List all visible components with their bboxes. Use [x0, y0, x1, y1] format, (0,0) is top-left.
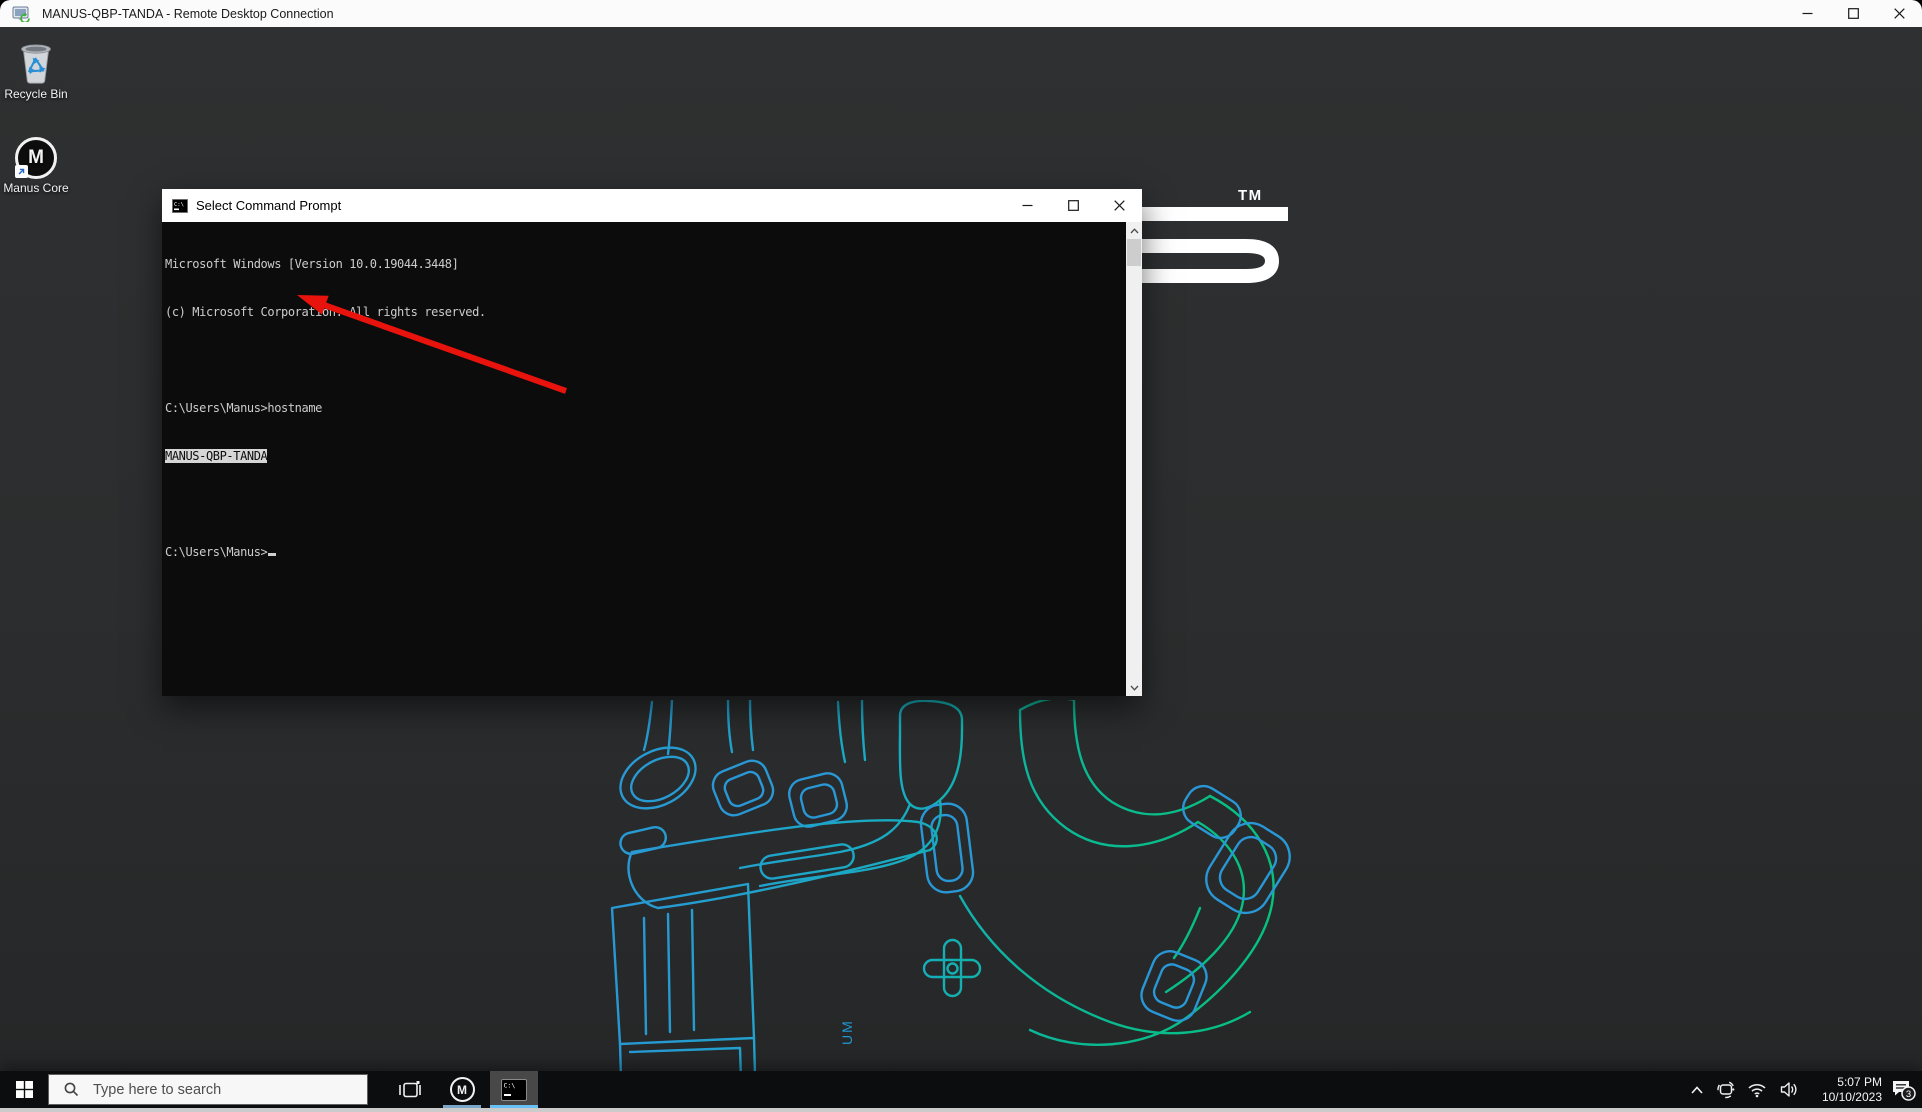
minimize-button[interactable] — [1784, 0, 1830, 27]
manus-taskbar-letter: M — [457, 1083, 467, 1097]
desktop-icon-label: Recycle Bin — [0, 87, 72, 101]
console-line-blank — [165, 352, 1126, 368]
rdp-session-window: MANUS-QBP-TANDA - Remote Desktop Connect… — [0, 0, 1922, 1112]
shortcut-arrow-icon — [15, 165, 28, 178]
clock-time: 5:07 PM — [1837, 1075, 1882, 1090]
remote-session-tray-icon[interactable] — [1712, 1071, 1740, 1108]
console-line-blank — [165, 496, 1126, 512]
close-button[interactable] — [1876, 0, 1922, 27]
start-button[interactable] — [0, 1071, 48, 1108]
volume-icon[interactable] — [1774, 1071, 1804, 1108]
svg-text:C:\: C:\ — [504, 1081, 516, 1089]
scrollbar-down-button[interactable] — [1126, 679, 1142, 696]
wifi-icon[interactable] — [1742, 1071, 1772, 1108]
tray-expand-button[interactable] — [1684, 1071, 1710, 1108]
cmd-close-button[interactable] — [1096, 189, 1142, 222]
cmd-window-title: Select Command Prompt — [196, 198, 341, 213]
cmd-window-controls — [1004, 189, 1142, 222]
search-icon — [63, 1081, 80, 1098]
recycle-bin-icon — [0, 39, 72, 85]
console-line-prompt: C:\Users\Manus> — [165, 544, 1126, 560]
console-line-copyright: (c) Microsoft Corporation. All rights re… — [165, 304, 1126, 320]
windows-logo-icon — [16, 1081, 33, 1098]
console-cursor — [268, 553, 276, 556]
trademark-label: TM — [1238, 187, 1263, 204]
rdp-window-title: MANUS-QBP-TANDA - Remote Desktop Connect… — [42, 7, 334, 21]
rdp-titlebar[interactable]: MANUS-QBP-TANDA - Remote Desktop Connect… — [0, 0, 1922, 27]
task-view-icon — [398, 1081, 422, 1099]
console-output[interactable]: Microsoft Windows [Version 10.0.19044.34… — [162, 222, 1126, 696]
cmd-titlebar[interactable]: C:\ Select Command Prompt — [162, 189, 1142, 222]
search-input[interactable] — [91, 1081, 345, 1099]
manus-core-letter: M — [28, 147, 44, 169]
taskbar-cmd-button[interactable]: C:\ — [490, 1071, 538, 1108]
scrollbar-up-button[interactable] — [1126, 222, 1142, 239]
rdp-window-controls — [1784, 0, 1922, 27]
desktop[interactable]: TM — [0, 27, 1922, 1071]
clock-date: 10/10/2023 — [1822, 1090, 1882, 1105]
command-prompt-icon: C:\ — [172, 198, 188, 214]
hostname-selection: MANUS-QBP-TANDA — [165, 449, 267, 463]
cmd-taskbar-icon: C:\ — [501, 1079, 527, 1101]
scrollbar-thumb[interactable] — [1127, 239, 1141, 266]
svg-text:C:\: C:\ — [174, 202, 184, 208]
desktop-icon-label: Manus Core — [0, 181, 72, 195]
desktop-icon-recycle-bin[interactable]: Recycle Bin — [0, 39, 72, 101]
command-prompt-window: C:\ Select Command Prompt — [162, 189, 1142, 696]
cmd-maximize-button[interactable] — [1050, 189, 1096, 222]
taskbar: M C:\ — [0, 1071, 1922, 1108]
desktop-icon-manus-core[interactable]: M Manus Core — [0, 137, 72, 195]
taskbar-manus-button[interactable]: M — [438, 1071, 486, 1108]
console-line-output: MANUS-QBP-TANDA — [165, 448, 1126, 464]
task-view-button[interactable] — [386, 1071, 434, 1108]
console-line-command: C:\Users\Manus>hostname — [165, 400, 1126, 416]
manus-core-icon: M — [15, 137, 57, 179]
session-monitor-icon — [1716, 1080, 1736, 1099]
action-center-button[interactable]: 3 — [1886, 1071, 1920, 1108]
console-line-version: Microsoft Windows [Version 10.0.19044.34… — [165, 256, 1126, 272]
console-scrollbar[interactable] — [1126, 222, 1142, 696]
action-center-icon: 3 — [1890, 1078, 1916, 1102]
wallpaper-hand-graphic: UM — [600, 700, 1320, 1071]
taskbar-clock[interactable]: 5:07 PM 10/10/2023 — [1806, 1071, 1884, 1108]
wallpaper-vertical-text: UM — [839, 1019, 855, 1045]
maximize-button[interactable] — [1830, 0, 1876, 27]
cmd-minimize-button[interactable] — [1004, 189, 1050, 222]
manus-taskbar-icon: M — [450, 1077, 475, 1102]
svg-text:3: 3 — [1906, 1089, 1911, 1100]
console-prompt: C:\Users\Manus> — [165, 545, 267, 559]
remote-desktop-icon — [12, 6, 32, 22]
search-box[interactable] — [48, 1074, 368, 1105]
host-taskbar-strip — [0, 1108, 1922, 1112]
chevron-up-icon — [1690, 1086, 1704, 1094]
